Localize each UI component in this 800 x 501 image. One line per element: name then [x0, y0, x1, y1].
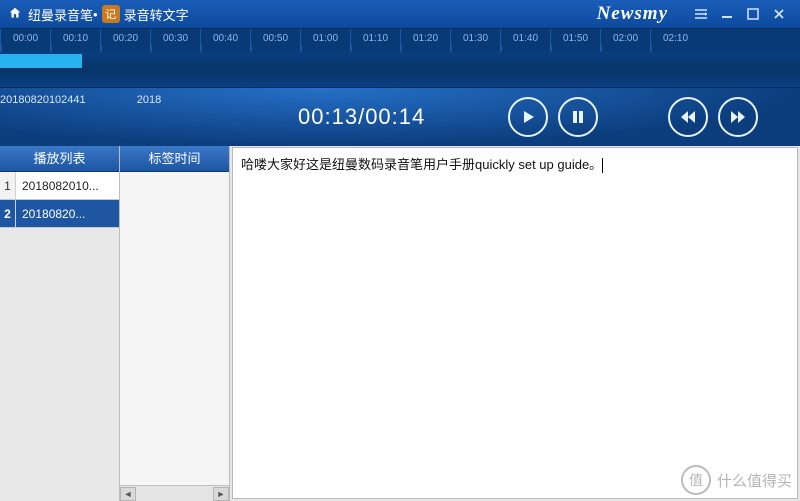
- home-icon[interactable]: [8, 6, 22, 23]
- maximize-button[interactable]: [740, 4, 766, 24]
- playlist-item[interactable]: 12018082010...: [0, 172, 119, 200]
- brand-logo: Newsmy: [597, 3, 668, 25]
- app-title-2: 录音转文字: [124, 5, 189, 24]
- timeline-tick: 00:20: [100, 29, 150, 52]
- playlist-items: 12018082010...220180820...: [0, 172, 119, 501]
- app-title-1: 纽曼录音笔: [28, 5, 93, 24]
- titlebar: 纽曼录音笔 • 记 录音转文字 Newsmy: [0, 0, 800, 28]
- watermark: 值 什么值得买: [681, 465, 792, 495]
- pause-button[interactable]: [558, 97, 598, 137]
- current-file-label: 20180820102441: [0, 94, 86, 106]
- work-area: 播放列表 12018082010...220180820... 标签时间 ◄ ►…: [0, 146, 800, 501]
- timeline-tick: 00:30: [150, 29, 200, 52]
- watermark-icon: 值: [681, 465, 711, 495]
- playlist-item[interactable]: 220180820...: [0, 200, 119, 228]
- timeline-tick: 00:00: [0, 29, 50, 52]
- watermark-text: 什么值得买: [717, 470, 792, 491]
- timeline-tick: 02:00: [600, 29, 650, 52]
- playlist-header: 播放列表: [0, 146, 119, 172]
- playlist-item-index: 2: [0, 200, 16, 227]
- menu-button[interactable]: [688, 4, 714, 24]
- transcript-text: 哈喽大家好这是纽曼数码录音笔用户手册quickly set up guide。: [241, 157, 602, 172]
- timeline-tick: 01:00: [300, 29, 350, 52]
- minimize-button[interactable]: [714, 4, 740, 24]
- horizontal-scrollbar[interactable]: ◄ ►: [120, 485, 229, 501]
- timeline-tick: 01:10: [350, 29, 400, 52]
- bookmark-panel: 标签时间 ◄ ►: [120, 146, 230, 501]
- playlist-item-name: 2018082010...: [16, 172, 119, 199]
- time-current: 00:13: [298, 104, 358, 129]
- timeline-tick: 00:40: [200, 29, 250, 52]
- time-total: 00:14: [365, 104, 425, 129]
- timeline-ruler[interactable]: 00:0000:1000:2000:3000:4000:5001:0001:10…: [0, 28, 800, 52]
- timeline-tick: 01:40: [500, 29, 550, 52]
- scroll-left-icon[interactable]: ◄: [120, 487, 136, 501]
- timeline-tick: 01:50: [550, 29, 600, 52]
- year-label: 2018: [137, 94, 161, 106]
- scroll-right-icon[interactable]: ►: [213, 487, 229, 501]
- bookmark-header: 标签时间: [120, 146, 229, 172]
- timeline-tick: 00:50: [250, 29, 300, 52]
- app-badge-icon: 记: [102, 5, 120, 23]
- waveform-track[interactable]: [0, 52, 800, 88]
- transcript-area[interactable]: 哈喽大家好这是纽曼数码录音笔用户手册quickly set up guide。: [232, 147, 798, 499]
- playlist-panel: 播放列表 12018082010...220180820...: [0, 146, 120, 501]
- time-display: 00:13/00:14: [298, 104, 425, 130]
- playlist-item-index: 1: [0, 172, 16, 199]
- close-button[interactable]: [766, 4, 792, 24]
- timeline-tick: 01:20: [400, 29, 450, 52]
- timeline-tick: 01:30: [450, 29, 500, 52]
- rewind-button[interactable]: [668, 97, 708, 137]
- bookmark-body: [120, 172, 229, 485]
- timeline-tick: 00:10: [50, 29, 100, 52]
- forward-button[interactable]: [718, 97, 758, 137]
- audio-clip[interactable]: [0, 54, 82, 68]
- play-button[interactable]: [508, 97, 548, 137]
- text-caret: [602, 158, 603, 173]
- playlist-item-name: 20180820...: [16, 200, 119, 227]
- timeline-tick: 02:10: [650, 29, 700, 52]
- playback-controls: 20180820102441 2018 00:13/00:14: [0, 88, 800, 146]
